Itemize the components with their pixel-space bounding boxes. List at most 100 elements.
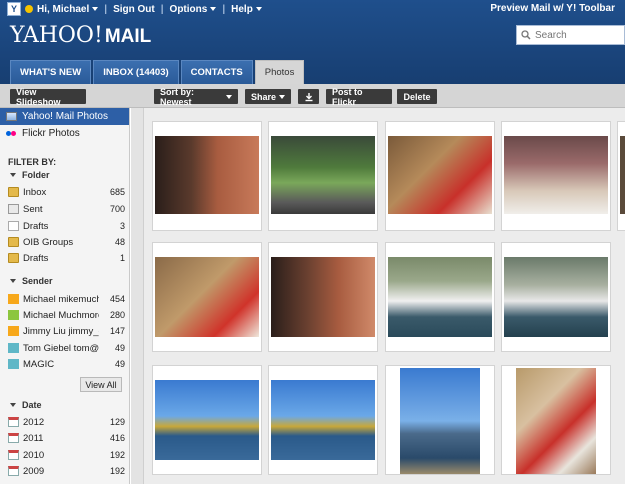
folder-drafts[interactable]: Drafts 3 — [8, 219, 125, 233]
photo-tile[interactable] — [152, 365, 262, 475]
tab-photos[interactable]: Photos — [254, 60, 305, 84]
photo-tile[interactable] — [268, 365, 378, 475]
photo-thumbnail — [155, 380, 259, 460]
photo-tile[interactable] — [501, 242, 611, 352]
photo-thumbnail — [388, 136, 492, 214]
chevron-down-icon — [210, 7, 217, 11]
photo-tile[interactable] — [268, 121, 378, 231]
tab-contacts[interactable]: CONTACTS — [180, 60, 253, 84]
photo-tile[interactable] — [268, 242, 378, 352]
folder-label: OIB Groups — [23, 236, 74, 248]
date-item[interactable]: 2009 192 — [8, 464, 125, 478]
help-menu[interactable]: Help — [231, 4, 262, 15]
photo-thumbnail — [155, 257, 259, 337]
delete-button[interactable]: Delete — [397, 89, 437, 104]
view-all-button[interactable]: View All — [80, 377, 122, 392]
sender-item[interactable]: MAGIC 49 — [8, 357, 125, 371]
calendar-icon — [8, 433, 19, 443]
photo-thumbnail — [504, 257, 608, 337]
date-item[interactable]: 2011 416 — [8, 431, 125, 445]
sender-count: 280 — [109, 310, 125, 320]
download-button[interactable] — [298, 89, 319, 104]
help-label: Help — [231, 3, 253, 15]
photo-tile[interactable] — [385, 242, 495, 352]
photo-tile[interactable] — [152, 242, 262, 352]
person-icon — [8, 343, 19, 353]
photo-thumbnail — [400, 368, 480, 474]
options-label: Options — [169, 3, 208, 15]
folder-label: Inbox — [23, 186, 47, 198]
scrollbar[interactable] — [131, 108, 144, 484]
logo-main: YAHOO! — [10, 23, 103, 48]
photo-thumbnail — [271, 136, 375, 214]
photo-tile[interactable] — [501, 121, 611, 231]
yahoo-icon[interactable]: Y — [7, 2, 21, 16]
options-menu[interactable]: Options — [170, 4, 217, 15]
share-dropdown[interactable]: Share — [245, 89, 291, 104]
view-slideshow-button[interactable]: View Slideshow — [10, 87, 86, 107]
separator: | — [104, 3, 108, 15]
photo-tile[interactable] — [617, 121, 625, 231]
folder-count: 1 — [119, 253, 125, 263]
tab-inbox[interactable]: INBOX (14403) — [93, 60, 179, 84]
photo-tile[interactable] — [501, 365, 611, 475]
drafts-icon — [8, 221, 19, 231]
chevron-down-icon — [226, 94, 232, 99]
date-label: 2011 — [23, 432, 44, 444]
sign-out-link[interactable]: Sign Out — [113, 4, 155, 15]
user-menu[interactable]: Hi, Michael — [37, 4, 99, 15]
separator: | — [222, 3, 226, 15]
date-group-toggle[interactable]: Date — [10, 400, 42, 410]
source-label: Yahoo! Mail Photos — [22, 111, 108, 122]
folder-drafts-2[interactable]: Drafts 1 — [8, 251, 125, 265]
preview-toolbar-link[interactable]: Preview Mail w/ Y! Toolbar — [490, 3, 615, 14]
sender-count: 49 — [114, 359, 125, 369]
group-label: Folder — [22, 170, 50, 180]
folder-oib-groups[interactable]: OIB Groups 48 — [8, 235, 125, 249]
filter-title: FILTER BY: — [8, 157, 57, 167]
tab-whats-new[interactable]: WHAT'S NEW — [10, 60, 92, 84]
source-yahoo-mail-photos[interactable]: Yahoo! Mail Photos — [0, 108, 129, 125]
download-icon — [305, 92, 312, 101]
search-box[interactable] — [516, 25, 625, 45]
sender-count: 454 — [109, 294, 125, 304]
date-item[interactable]: 2012 129 — [8, 415, 125, 429]
chevron-down-icon — [279, 94, 286, 99]
date-count: 129 — [109, 417, 125, 427]
sender-count: 49 — [114, 343, 125, 353]
folder-count: 700 — [109, 204, 125, 214]
folder-count: 685 — [109, 187, 125, 197]
person-icon — [8, 310, 19, 320]
sender-item[interactable]: Michael Muchmore... 280 — [8, 308, 125, 322]
sender-item[interactable]: Tom Giebel tom@t... 49 — [8, 341, 125, 355]
folder-label: Drafts — [23, 252, 49, 264]
calendar-icon — [8, 450, 19, 460]
sender-count: 147 — [109, 326, 125, 336]
sender-label: Jimmy Liu jimmy_c... — [23, 325, 99, 337]
date-label: 2010 — [23, 449, 45, 461]
sender-label: Michael mikemuch... — [23, 293, 99, 305]
sort-dropdown[interactable]: Sort by: Newest — [154, 86, 238, 107]
date-label: 2009 — [23, 465, 45, 477]
sort-label: Sort by: Newest — [160, 86, 195, 107]
folder-count: 3 — [119, 221, 125, 231]
search-input[interactable] — [535, 29, 615, 41]
photo-tile[interactable] — [385, 365, 495, 475]
date-item[interactable]: 2010 192 — [8, 448, 125, 462]
photo-tile[interactable] — [385, 121, 495, 231]
sidebar: Yahoo! Mail Photos Flickr Photos FILTER … — [0, 108, 130, 484]
post-to-flickr-button[interactable]: Post to Flickr — [326, 87, 392, 107]
folder-label: Sent — [23, 203, 43, 215]
calendar-icon — [8, 466, 19, 476]
sender-item[interactable]: Jimmy Liu jimmy_c... 147 — [8, 324, 125, 338]
folder-group-toggle[interactable]: Folder — [10, 170, 50, 180]
photo-tile[interactable] — [152, 121, 262, 231]
yahoo-mail-logo[interactable]: YAHOO! MAIL — [10, 23, 151, 48]
date-label: 2012 — [23, 416, 45, 428]
sender-group-toggle[interactable]: Sender — [10, 276, 53, 286]
folder-inbox[interactable]: Inbox 685 — [8, 185, 125, 199]
sender-item[interactable]: Michael mikemuch... 454 — [8, 292, 125, 306]
folder-sent[interactable]: Sent 700 — [8, 202, 125, 216]
source-flickr-photos[interactable]: Flickr Photos — [0, 125, 129, 142]
collapse-icon — [10, 403, 16, 407]
